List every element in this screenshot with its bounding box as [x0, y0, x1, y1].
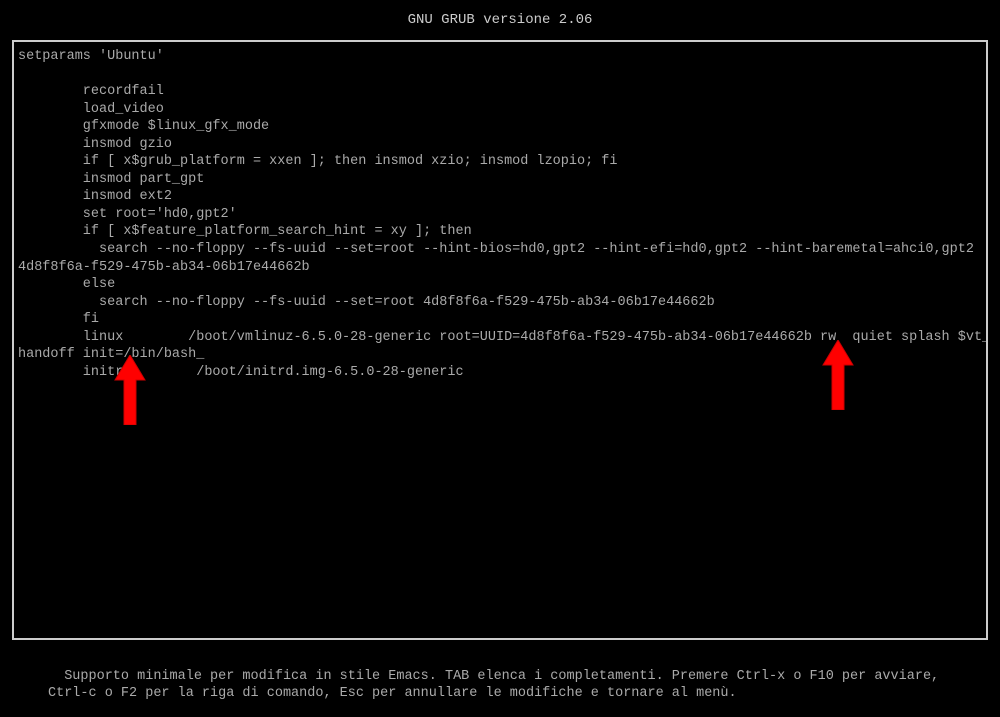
grub-header: GNU GRUB versione 2.06: [0, 0, 1000, 40]
grub-title: GNU GRUB versione 2.06: [408, 12, 593, 28]
editor-content[interactable]: setparams 'Ubuntu' recordfail load_video…: [18, 48, 982, 381]
grub-footer-help: Supporto minimale per modifica in stile …: [0, 640, 1000, 713]
footer-text: Supporto minimale per modifica in stile …: [48, 669, 939, 702]
annotation-arrow-right: [818, 340, 858, 410]
annotation-arrow-left: [110, 355, 150, 425]
